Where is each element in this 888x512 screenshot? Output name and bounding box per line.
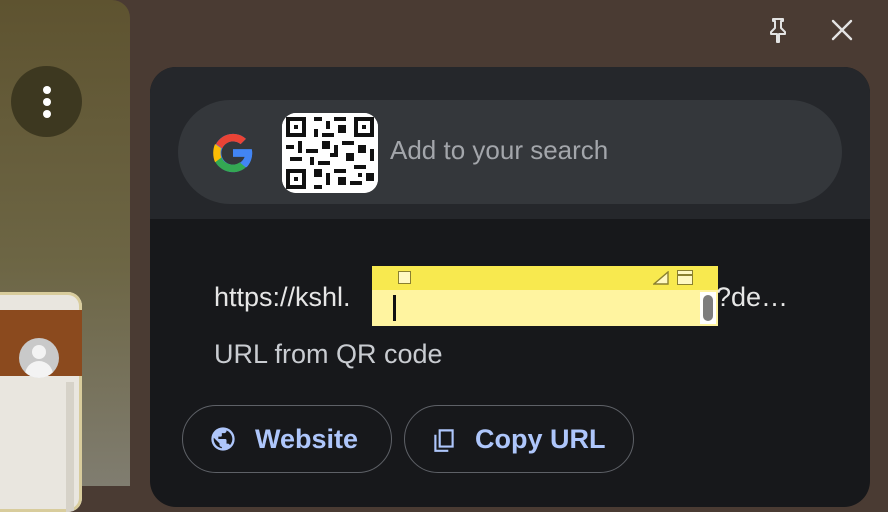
avatar-icon	[19, 338, 59, 378]
more-vertical-icon	[42, 85, 51, 118]
panel-header: Add to your search	[150, 67, 870, 219]
sticky-note-titlebar[interactable]	[372, 266, 718, 290]
search-box[interactable]: Add to your search	[178, 100, 842, 204]
globe-icon	[209, 425, 237, 453]
detected-url-end[interactable]: ?de…	[716, 282, 788, 313]
search-placeholder: Add to your search	[390, 135, 609, 165]
more-options-button[interactable]	[11, 66, 82, 137]
copy-url-button[interactable]: Copy URL	[404, 405, 634, 473]
close-button[interactable]	[824, 12, 860, 48]
sticky-collapse-icon[interactable]	[653, 271, 669, 285]
website-button[interactable]: Website	[182, 405, 392, 473]
card-header-bar	[0, 310, 82, 378]
copy-url-label: Copy URL	[475, 423, 606, 454]
text-caret	[393, 295, 396, 321]
sticky-close-box-icon[interactable]	[398, 271, 411, 284]
card-divider	[66, 382, 74, 512]
pin-icon	[770, 18, 786, 43]
copy-icon	[431, 425, 457, 453]
background-card	[0, 292, 82, 512]
scrollbar-thumb[interactable]	[703, 295, 713, 321]
close-icon	[831, 19, 853, 41]
url-caption: URL from QR code	[214, 339, 443, 369]
website-label: Website	[255, 423, 359, 454]
pin-button[interactable]	[760, 12, 796, 48]
google-logo-icon	[213, 133, 254, 173]
sticky-zoom-icon[interactable]	[677, 270, 693, 285]
background-window	[0, 0, 130, 512]
qr-code-thumbnail[interactable]	[282, 113, 378, 193]
sticky-scrollbar[interactable]	[700, 292, 716, 324]
sticky-note-window[interactable]	[372, 266, 718, 326]
detected-url-start[interactable]: https://kshl.	[214, 282, 351, 313]
